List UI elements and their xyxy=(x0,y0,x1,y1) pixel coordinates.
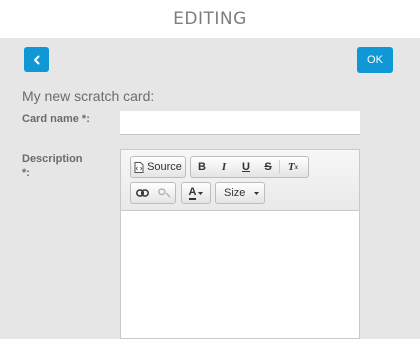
bold-button[interactable]: B xyxy=(191,157,213,177)
caret-down-icon xyxy=(198,191,204,195)
source-group: Source xyxy=(130,156,186,178)
description-label-line2: *: xyxy=(22,167,30,179)
remove-format-label: T xyxy=(287,161,295,173)
description-label: Description *: xyxy=(22,152,92,180)
remove-format-button[interactable]: Tx xyxy=(280,157,306,177)
description-editor: Source B I U S Tx A Size xyxy=(120,149,360,339)
page-header: EDITING xyxy=(0,0,420,38)
caret-down-icon xyxy=(254,191,260,195)
card-name-label: Card name *: xyxy=(22,113,90,125)
remove-format-sub: x xyxy=(294,163,299,171)
back-button[interactable] xyxy=(24,47,49,72)
color-group: A xyxy=(181,182,211,204)
editor-toolbar: Source B I U S Tx A Size xyxy=(121,150,359,211)
size-label: Size xyxy=(224,187,246,199)
source-button[interactable]: Source xyxy=(131,157,185,177)
form-title: My new scratch card: xyxy=(22,88,155,104)
link-icon xyxy=(135,189,149,197)
ok-button[interactable]: OK xyxy=(357,47,393,73)
source-label: Source xyxy=(147,161,182,173)
size-dropdown[interactable]: Size xyxy=(216,183,264,203)
editor-content-area[interactable] xyxy=(121,211,359,338)
unlink-icon xyxy=(157,188,170,198)
strikethrough-button[interactable]: S xyxy=(257,157,279,177)
size-group: Size xyxy=(215,182,265,204)
text-color-label: A xyxy=(188,185,197,200)
text-color-button[interactable]: A xyxy=(182,183,210,203)
source-icon xyxy=(134,161,144,173)
italic-button[interactable]: I xyxy=(213,157,235,177)
link-group xyxy=(130,182,176,204)
link-button[interactable] xyxy=(131,183,153,203)
basic-styles-group: B I U S Tx xyxy=(190,156,309,178)
card-name-input[interactable] xyxy=(120,111,360,135)
page-title: EDITING xyxy=(173,9,247,29)
chevron-left-icon xyxy=(33,55,39,64)
unlink-button[interactable] xyxy=(153,183,175,203)
description-label-line1: Description xyxy=(22,153,83,165)
underline-button[interactable]: U xyxy=(235,157,257,177)
